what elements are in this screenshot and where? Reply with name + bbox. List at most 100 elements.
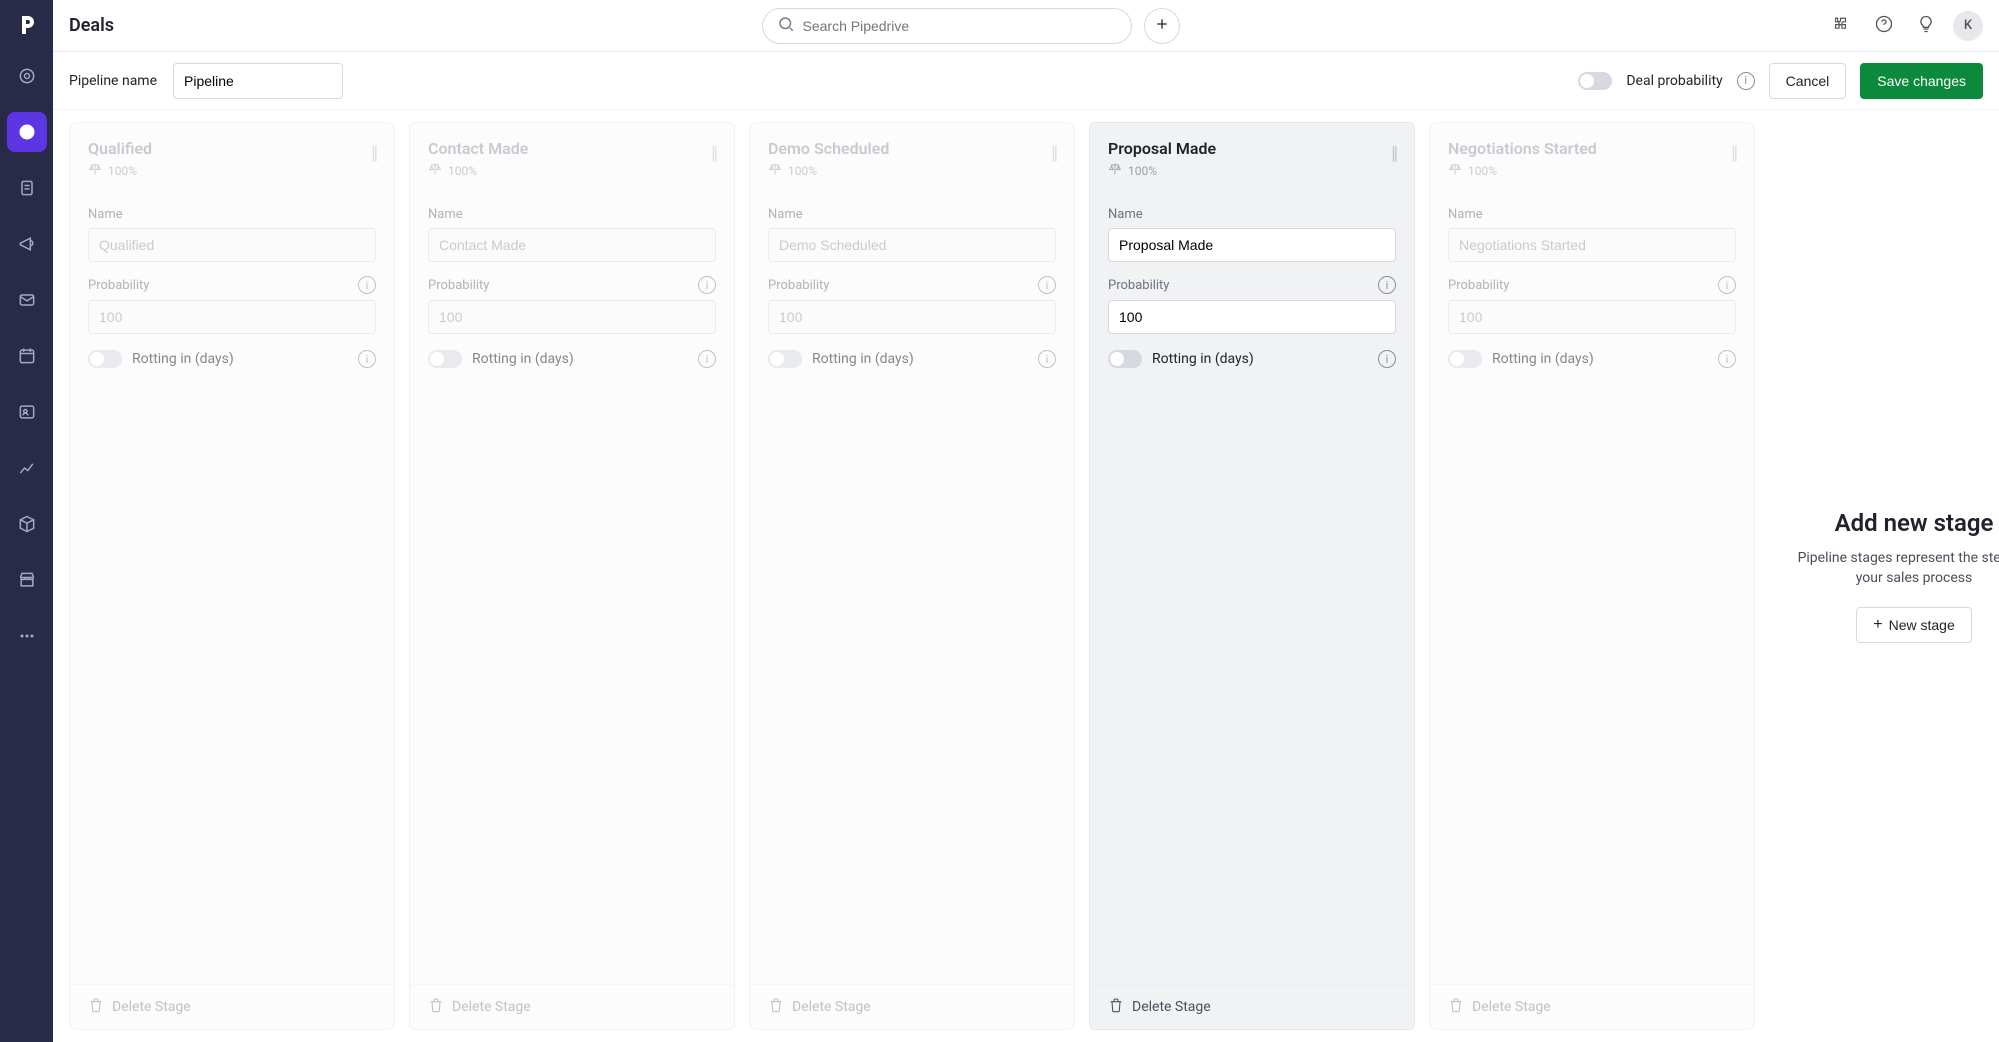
avatar[interactable]: K: [1953, 11, 1983, 41]
deal-probability-label: Deal probability: [1626, 73, 1722, 89]
sidebar-item-activities[interactable]: [7, 336, 47, 376]
pipeline-name-input[interactable]: [173, 63, 343, 99]
name-label: Name: [88, 207, 376, 222]
deal-probability-toggle[interactable]: [1578, 72, 1612, 90]
stage-probability-text: 100%: [448, 164, 477, 178]
new-stage-button[interactable]: + New stage: [1856, 607, 1972, 643]
stage-probability-display: 100%: [88, 162, 152, 179]
delete-stage-button[interactable]: Delete Stage: [1430, 984, 1754, 1029]
plus-icon: [1154, 16, 1170, 36]
drag-handle-icon[interactable]: ||: [1731, 139, 1736, 164]
rotting-toggle[interactable]: [768, 350, 802, 368]
sidebar-item-more[interactable]: [7, 616, 47, 656]
cancel-button[interactable]: Cancel: [1769, 63, 1847, 99]
rotting-label: Rotting in (days): [472, 351, 574, 367]
stage-column: Demo Scheduled 100% || Name Probability …: [749, 122, 1075, 1030]
stage-name-input[interactable]: [1108, 228, 1396, 262]
rotting-info-icon[interactable]: i: [358, 350, 376, 368]
name-label: Name: [428, 207, 716, 222]
probability-info-icon[interactable]: i: [698, 276, 716, 294]
probability-label: Probability i: [768, 276, 1056, 294]
rotting-label: Rotting in (days): [1492, 351, 1594, 367]
stage-column: Proposal Made 100% || Name Probability i…: [1089, 122, 1415, 1030]
rotting-toggle[interactable]: [88, 350, 122, 368]
stage-probability-input[interactable]: [768, 300, 1056, 334]
sidebar-item-campaigns[interactable]: [7, 224, 47, 264]
stage-title: Negotiations Started: [1448, 139, 1597, 158]
calendar-icon: [17, 346, 37, 366]
delete-stage-button[interactable]: Delete Stage: [70, 984, 394, 1029]
sidebar: $: [0, 0, 53, 1042]
rotting-info-icon[interactable]: i: [698, 350, 716, 368]
stage-probability-text: 100%: [788, 164, 817, 178]
tips-button[interactable]: [1911, 11, 1941, 41]
probability-info-icon[interactable]: i: [358, 276, 376, 294]
trash-icon: [88, 997, 104, 1017]
search-input[interactable]: [803, 18, 1117, 34]
search-input-wrap[interactable]: [762, 8, 1132, 44]
delete-stage-button[interactable]: Delete Stage: [410, 984, 734, 1029]
sidebar-item-insights[interactable]: [7, 448, 47, 488]
stage-probability-text: 100%: [1128, 164, 1157, 178]
topbar: Deals K: [53, 0, 1999, 52]
rotting-label: Rotting in (days): [812, 351, 914, 367]
trash-icon: [428, 997, 444, 1017]
sidebar-item-mail[interactable]: [7, 280, 47, 320]
save-button[interactable]: Save changes: [1860, 63, 1983, 99]
probability-info-icon[interactable]: i: [1718, 276, 1736, 294]
probability-info-icon[interactable]: i: [1038, 276, 1056, 294]
stage-name-input[interactable]: [88, 228, 376, 262]
stage-probability-display: 100%: [428, 162, 528, 179]
delete-stage-label: Delete Stage: [1132, 999, 1211, 1015]
pipedrive-logo[interactable]: [14, 12, 40, 38]
add-stage-title: Add new stage: [1835, 509, 1994, 537]
search-icon: [777, 15, 795, 37]
probability-info-icon[interactable]: i: [1378, 276, 1396, 294]
rotting-toggle[interactable]: [1448, 350, 1482, 368]
stage-probability-input[interactable]: [428, 300, 716, 334]
delete-stage-button[interactable]: Delete Stage: [750, 984, 1074, 1029]
quick-add-button[interactable]: [1144, 8, 1180, 44]
stage-probability-input[interactable]: [1448, 300, 1736, 334]
probability-label: Probability i: [1448, 276, 1736, 294]
scale-icon: [1108, 162, 1122, 179]
stage-name-input[interactable]: [768, 228, 1056, 262]
delete-stage-button[interactable]: Delete Stage: [1090, 984, 1414, 1029]
stage-name-input[interactable]: [428, 228, 716, 262]
stages-container: Qualified 100% || Name Probability i Rot…: [53, 110, 1999, 1042]
sidebar-item-projects[interactable]: [7, 168, 47, 208]
drag-handle-icon[interactable]: ||: [1391, 139, 1396, 164]
stage-name-input[interactable]: [1448, 228, 1736, 262]
probability-label: Probability i: [428, 276, 716, 294]
rotting-label: Rotting in (days): [1152, 351, 1254, 367]
rotting-toggle[interactable]: [428, 350, 462, 368]
extensions-button[interactable]: [1827, 11, 1857, 41]
name-label: Name: [1108, 207, 1396, 222]
help-button[interactable]: [1869, 11, 1899, 41]
stage-probability-input[interactable]: [1108, 300, 1396, 334]
deal-probability-info-icon[interactable]: i: [1737, 72, 1755, 90]
rotting-info-icon[interactable]: i: [1038, 350, 1056, 368]
name-label: Name: [1448, 207, 1736, 222]
sidebar-item-deals[interactable]: $: [7, 112, 47, 152]
trash-icon: [768, 997, 784, 1017]
sidebar-item-leads[interactable]: [7, 56, 47, 96]
rotting-info-icon[interactable]: i: [1378, 350, 1396, 368]
rotting-info-icon[interactable]: i: [1718, 350, 1736, 368]
scale-icon: [428, 162, 442, 179]
store-icon: [17, 570, 37, 590]
probability-label: Probability i: [88, 276, 376, 294]
pipeline-name-label: Pipeline name: [69, 73, 157, 89]
drag-handle-icon[interactable]: ||: [371, 139, 376, 164]
sidebar-item-contacts[interactable]: [7, 392, 47, 432]
add-stage-panel: Add new stage Pipeline stages represent …: [1769, 122, 1999, 1030]
rotting-toggle[interactable]: [1108, 350, 1142, 368]
stage-probability-input[interactable]: [88, 300, 376, 334]
drag-handle-icon[interactable]: ||: [1051, 139, 1056, 164]
sidebar-item-products[interactable]: [7, 504, 47, 544]
drag-handle-icon[interactable]: ||: [711, 139, 716, 164]
box-icon: [17, 514, 37, 534]
sidebar-item-marketplace[interactable]: [7, 560, 47, 600]
mail-icon: [17, 290, 37, 310]
trash-icon: [1108, 997, 1124, 1017]
